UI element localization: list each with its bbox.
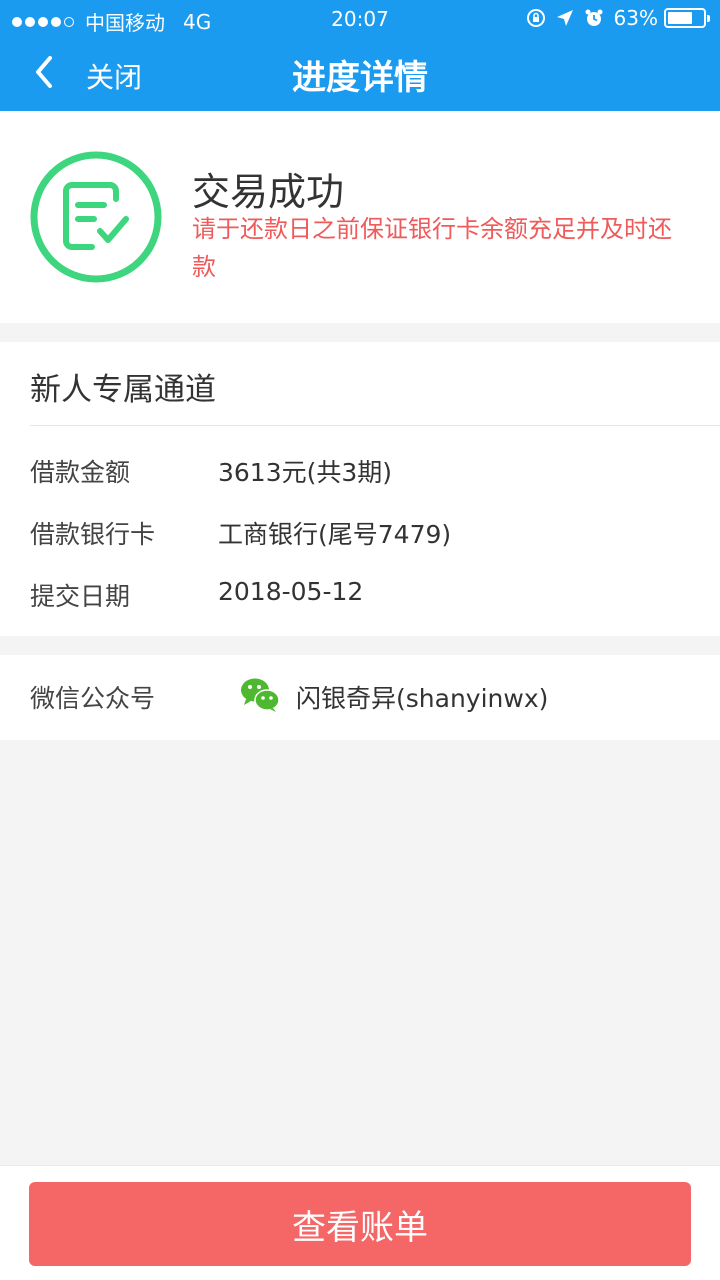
top-bar: 中国移动 4G 20:07 63% 关闭 进度详情 xyxy=(0,0,720,111)
battery-icon xyxy=(664,8,710,28)
info-row-bank-card: 借款银行卡 工商银行(尾号7479) xyxy=(0,515,720,555)
info-row-amount: 借款金额 3613元(共3期) xyxy=(0,453,720,493)
location-icon xyxy=(556,9,574,27)
page-title: 进度详情 xyxy=(292,58,428,98)
wechat-icon xyxy=(241,678,280,712)
info-label: 借款银行卡 xyxy=(30,520,156,549)
loan-info-card: 新人专属通道 借款金额 3613元(共3期) 借款银行卡 工商银行(尾号7479… xyxy=(0,342,720,636)
result-card: 交易成功 请于还款日之前保证银行卡余额充足并及时还款 xyxy=(0,111,720,323)
status-bar: 中国移动 4G 20:07 63% xyxy=(0,0,720,38)
info-value: 工商银行(尾号7479) xyxy=(218,520,452,549)
footer-bar: 查看账单 xyxy=(0,1165,720,1280)
document-check-icon xyxy=(30,151,162,283)
divider xyxy=(30,425,720,426)
repayment-notice: 请于还款日之前保证银行卡余额充足并及时还款 xyxy=(192,215,672,281)
alarm-icon xyxy=(584,8,604,28)
info-label: 借款金额 xyxy=(30,458,131,487)
view-bill-button[interactable]: 查看账单 xyxy=(29,1182,691,1266)
result-title: 交易成功 xyxy=(192,170,345,214)
info-value: 2018-05-12 xyxy=(218,577,364,606)
battery-percent: 63% xyxy=(613,6,658,30)
info-label: 提交日期 xyxy=(30,582,131,611)
wechat-account-name: 闪银奇异(shanyinwx) xyxy=(296,684,549,713)
info-row-date: 提交日期 2018-05-12 xyxy=(0,577,720,617)
info-value: 3613元(共3期) xyxy=(218,458,393,487)
section-title: 新人专属通道 xyxy=(30,372,216,408)
orientation-lock-icon xyxy=(526,8,546,28)
wechat-label: 微信公众号 xyxy=(30,684,156,713)
nav-bar: 关闭 进度详情 xyxy=(0,38,720,111)
wechat-account-row[interactable]: 微信公众号 闪银奇异(shanyinwx) xyxy=(0,655,720,740)
